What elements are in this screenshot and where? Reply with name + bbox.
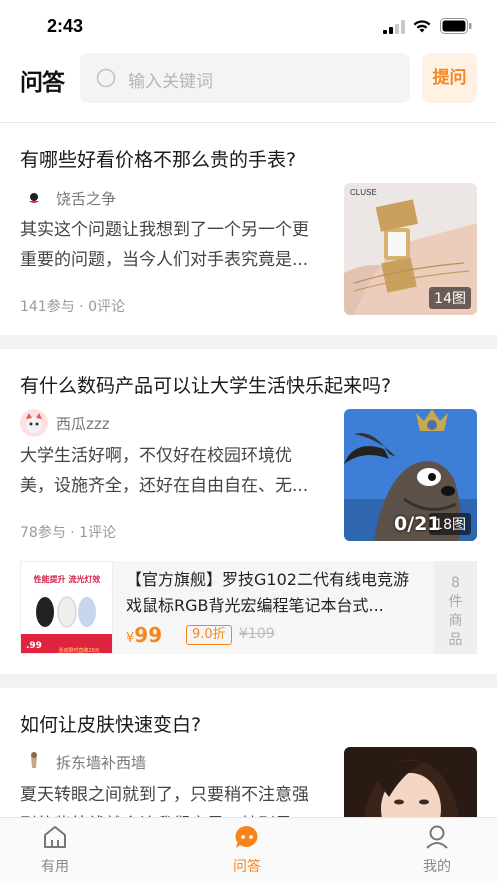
original-price: ¥109 [239, 626, 275, 642]
question-card[interactable]: 有什么数码产品可以让大学生活快乐起来吗? 西瓜zzz 大学生活好啊，不仅好在校园… [0, 349, 497, 674]
question-title[interactable]: 有什么数码产品可以让大学生活快乐起来吗? [20, 371, 391, 398]
app-logo: 问答 [20, 70, 65, 96]
ad-price: .99 [26, 641, 42, 651]
tab-useful[interactable]: 有用 [15, 818, 95, 883]
image-overlay-text: 0/21 [394, 513, 441, 535]
tab-label: 我的 [423, 859, 451, 875]
answer-excerpt[interactable]: 大学生活好啊，不仅好在校园环境优美，设施齐全，还好在自由自在、无... [20, 441, 320, 501]
status-bar: 2:43 [0, 0, 497, 50]
image-count-badge: 14图 [429, 287, 471, 309]
avatar [20, 748, 48, 776]
ad-headline: 性能提升 流光灯效 [34, 574, 101, 584]
tab-label: 问答 [233, 859, 261, 875]
question-image[interactable]: 18图 0/21 [344, 409, 477, 541]
question-title[interactable]: 有哪些好看价格不那么贵的手表? [20, 145, 296, 172]
portrait-photo [344, 747, 477, 817]
more-products-label-char: 件 [448, 594, 463, 610]
divider [0, 335, 497, 349]
author-name: 西瓜zzz [56, 414, 110, 433]
product-price: ¥99 [126, 623, 162, 647]
more-products-label-char: 品 [448, 632, 463, 648]
ad-subline: G102二代有线电竞鼠标 [40, 585, 93, 592]
status-time: 2:43 [47, 16, 84, 36]
tab-profile[interactable]: 我的 [397, 818, 477, 883]
wifi-icon [413, 20, 431, 33]
product-image[interactable]: 性能提升 流光灯效 G102二代有线电竞鼠标 .99 活动限时直降20元 [20, 561, 113, 654]
answer-excerpt[interactable]: 其实这个问题让我想到了一个另一个更重要的问题，当今人们对手表究竟是... [20, 215, 320, 275]
author-name: 饶舌之争 [56, 189, 117, 208]
product-title[interactable]: 【官方旗舰】罗技G102二代有线电竞游戏鼠标RGB背光宏编程笔记本台式... [126, 567, 424, 619]
more-products-label-char: 商 [448, 613, 463, 629]
question-image[interactable] [344, 747, 477, 817]
tab-qa[interactable]: 问答 [207, 818, 287, 883]
search-placeholder: 输入关键词 [128, 72, 213, 92]
chat-bubble-icon [235, 825, 258, 848]
battery-icon [440, 18, 472, 34]
avatar [20, 184, 48, 212]
price-value: 99 [134, 623, 163, 647]
search-input[interactable]: 输入关键词 [80, 53, 410, 103]
more-products-label-char: 8 [451, 575, 460, 591]
ask-question-button[interactable]: 提问 [422, 53, 477, 103]
divider [0, 674, 497, 688]
question-stats: 141参与 · 0评论 [20, 299, 125, 315]
more-products-button[interactable]: 8 件 商 品 [434, 561, 477, 654]
author[interactable]: 西瓜zzz [20, 409, 110, 437]
ad-footer: 活动限时直降20元 [58, 647, 99, 654]
author[interactable]: 饶舌之争 [20, 184, 116, 212]
signal-icon [383, 20, 405, 34]
avatar [20, 409, 48, 437]
product-card[interactable]: 性能提升 流光灯效 G102二代有线电竞鼠标 .99 活动限时直降20元 【官方… [20, 561, 477, 654]
bottom-tab-bar: 有用 问答 我的 [0, 817, 497, 883]
question-stats: 78参与 · 1评论 [20, 525, 117, 541]
tab-label: 有用 [41, 859, 69, 875]
author[interactable]: 拆东墙补西墙 [20, 748, 146, 776]
search-icon [96, 68, 116, 88]
question-title[interactable]: 如何让皮肤快速变白? [20, 710, 201, 737]
user-icon [426, 825, 448, 849]
header: 问答 输入关键词 提问 [0, 50, 497, 112]
discount-badge: 9.0折 [186, 625, 232, 645]
author-name: 拆东墙补西墙 [56, 753, 147, 772]
mouse-ad-image: 性能提升 流光灯效 G102二代有线电竞鼠标 .99 活动限时直降20元 [21, 562, 112, 654]
question-card[interactable]: 有哪些好看价格不那么贵的手表? 饶舌之争 其实这个问题让我想到了一个另一个更重要… [0, 123, 497, 335]
watch-brand-text: CLUSE [350, 188, 377, 197]
answer-excerpt[interactable]: 夏天转眼之间就到了，只要稍不注意强烈的紫外线就会让我们变黑，特别是... [20, 780, 320, 817]
home-icon [44, 826, 66, 848]
question-image[interactable]: CLUSE 14图 [344, 183, 477, 315]
question-card[interactable]: 如何让皮肤快速变白? 拆东墙补西墙 夏天转眼之间就到了，只要稍不注意强烈的紫外线… [0, 688, 497, 817]
